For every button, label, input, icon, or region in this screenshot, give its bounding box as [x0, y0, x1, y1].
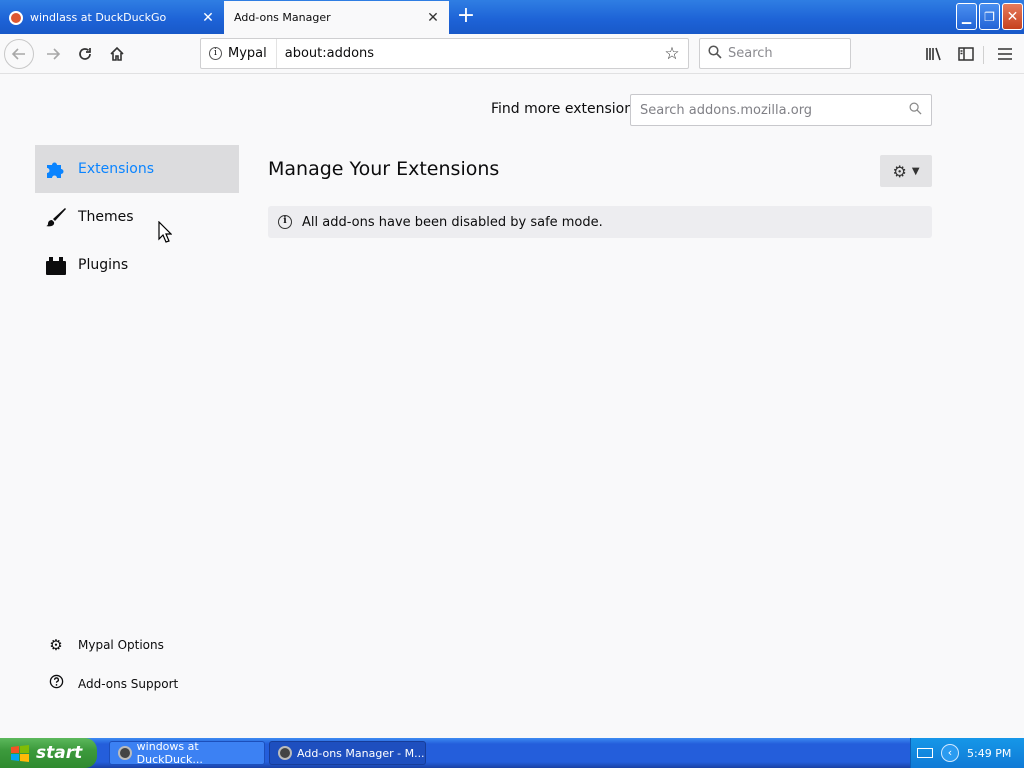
taskbar-item-label: Add-ons Manager - M...: [297, 746, 425, 760]
window-close-button[interactable]: ✕: [1002, 3, 1023, 30]
duckduckgo-favicon-icon: [9, 10, 23, 25]
hamburger-icon: [998, 48, 1012, 60]
start-button[interactable]: start: [0, 738, 97, 768]
back-arrow-icon: [11, 48, 25, 60]
library-icon: [926, 47, 941, 61]
identity-label: Mypal: [228, 46, 267, 61]
addons-manager-page: Find more extensions Extensions Themes P…: [0, 75, 1024, 738]
system-tray: ‹ 5:49 PM: [910, 738, 1024, 768]
tab-close-icon[interactable]: ✕: [425, 10, 441, 26]
tab-close-icon[interactable]: ✕: [200, 10, 216, 26]
home-button[interactable]: [102, 39, 132, 69]
category-plugins[interactable]: Plugins: [35, 241, 239, 289]
search-bar[interactable]: Search: [699, 38, 851, 69]
amo-search-input[interactable]: [631, 102, 909, 118]
safe-mode-notice: i All add-ons have been disabled by safe…: [268, 206, 932, 238]
category-extensions[interactable]: Extensions: [35, 145, 239, 193]
info-icon: i: [209, 47, 222, 60]
chevron-down-icon: ▼: [911, 165, 920, 177]
safe-mode-message: All add-ons have been disabled by safe m…: [302, 214, 603, 230]
category-label: Extensions: [78, 161, 155, 177]
sidebar-icon: [958, 47, 974, 61]
home-icon: [110, 46, 124, 61]
keyboard-icon[interactable]: [917, 748, 933, 758]
footer-link-label: Add-ons Support: [78, 676, 179, 691]
reload-icon: [79, 48, 91, 60]
hamburger-menu-button[interactable]: [991, 39, 1019, 69]
find-more-extensions-label: Find more extensions: [491, 101, 641, 117]
browser-icon: [278, 746, 292, 760]
tab-duckduckgo[interactable]: windlass at DuckDuckGo ✕: [0, 1, 224, 34]
tab-title: windlass at DuckDuckGo: [30, 11, 167, 24]
taskbar-item-duckduckgo[interactable]: windows at DuckDuck...: [109, 740, 265, 766]
puzzle-icon: [44, 157, 68, 181]
toolbar-separator: [983, 46, 984, 64]
search-placeholder: Search: [728, 46, 773, 61]
sidebar-toggle-button[interactable]: [952, 39, 980, 69]
navigation-toolbar: i Mypal about:addons ☆ Search: [0, 34, 1024, 74]
url-text[interactable]: about:addons: [277, 46, 662, 61]
windows-flag-icon: [11, 745, 29, 762]
plugin-icon: [44, 253, 68, 277]
bookmark-star-icon[interactable]: ☆: [662, 44, 682, 64]
gear-icon: ⚙: [49, 636, 63, 654]
gear-icon: ⚙: [892, 161, 907, 181]
forward-button[interactable]: [38, 39, 68, 69]
clock[interactable]: 5:49 PM: [967, 747, 1011, 760]
tools-gear-button[interactable]: ⚙ ▼: [880, 155, 932, 187]
new-tab-plus-icon[interactable]: +: [454, 5, 478, 29]
url-bar[interactable]: i Mypal about:addons ☆: [200, 38, 689, 69]
page-title: Manage Your Extensions: [268, 158, 500, 180]
taskbar: start windows at DuckDuck... Add-ons Man…: [0, 738, 1024, 768]
forward-arrow-icon: [47, 48, 61, 60]
search-icon: [909, 102, 922, 119]
brush-icon: [44, 205, 68, 229]
taskbar-item-addons-manager[interactable]: Add-ons Manager - M...: [269, 741, 426, 765]
site-identity-box[interactable]: i Mypal: [201, 39, 277, 68]
window-maximize-button[interactable]: ❐: [979, 3, 1000, 30]
category-label: Plugins: [78, 257, 129, 273]
help-icon: [47, 674, 65, 693]
library-button[interactable]: [920, 39, 948, 69]
search-icon: [708, 44, 722, 63]
tab-addons-manager[interactable]: Add-ons Manager ✕: [224, 1, 449, 34]
reload-button[interactable]: [70, 39, 100, 69]
amo-search-box[interactable]: [630, 94, 932, 126]
mouse-cursor-icon: [158, 221, 172, 243]
back-button[interactable]: [4, 39, 34, 69]
category-themes[interactable]: Themes: [35, 193, 239, 241]
window-minimize-button[interactable]: ▁: [956, 3, 977, 30]
addons-support-link[interactable]: Add-ons Support: [47, 674, 178, 693]
start-label: start: [36, 743, 83, 763]
show-hidden-icons-icon[interactable]: ‹: [941, 744, 959, 762]
category-label: Themes: [78, 209, 134, 225]
browser-icon: [118, 746, 132, 760]
tab-strip: windlass at DuckDuckGo ✕ Add-ons Manager…: [0, 0, 1024, 34]
taskbar-item-label: windows at DuckDuck...: [136, 740, 203, 766]
tab-title: Add-ons Manager: [234, 11, 331, 24]
footer-link-label: Mypal Options: [78, 638, 164, 652]
info-icon: i: [278, 215, 292, 229]
mypal-options-link[interactable]: ⚙ Mypal Options: [47, 636, 164, 654]
